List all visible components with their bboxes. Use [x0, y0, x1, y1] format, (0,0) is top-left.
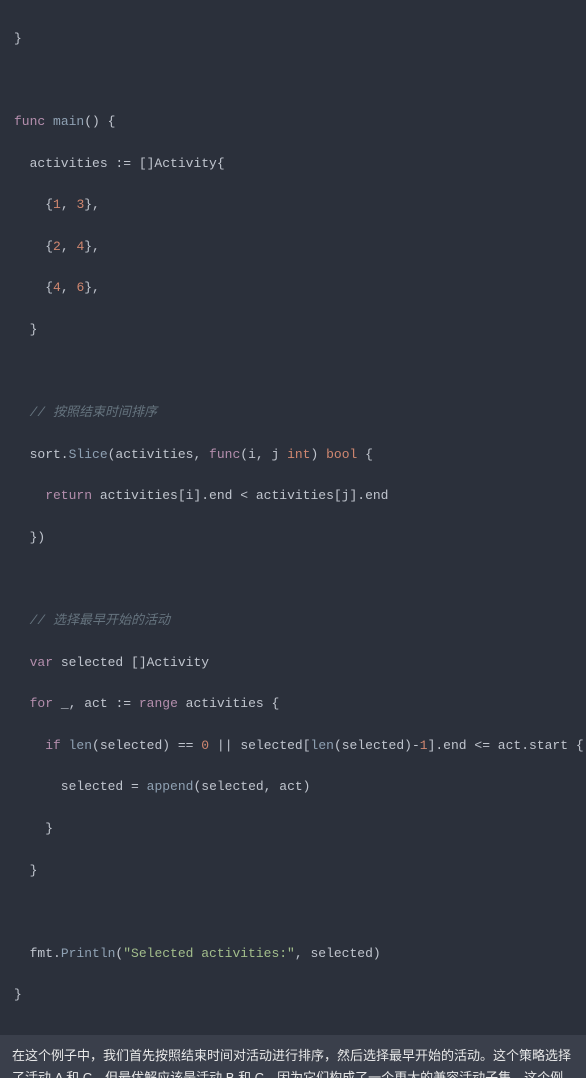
- code-block: } func main() { activities := []Activity…: [0, 0, 586, 1035]
- explanation-body: 在这个例子中，我们首先按照结束时间对活动进行排序，然后选择最早开始的活动。这个策…: [12, 1048, 571, 1078]
- code-line: {1, 3},: [14, 195, 572, 216]
- code-line: }: [14, 819, 572, 840]
- code-line: activities := []Activity{: [14, 154, 572, 175]
- code-line: }: [14, 985, 572, 1006]
- code-line: // 选择最早开始的活动: [14, 611, 572, 632]
- code-line: }): [14, 528, 572, 549]
- code-line: for _, act := range activities {: [14, 694, 572, 715]
- code-line: selected = append(selected, act): [14, 777, 572, 798]
- code-line: {2, 4},: [14, 237, 572, 258]
- code-line: [14, 902, 572, 923]
- explanation-text: 在这个例子中，我们首先按照结束时间对活动进行排序，然后选择最早开始的活动。这个策…: [0, 1035, 586, 1078]
- code-line: fmt.Println("Selected activities:", sele…: [14, 944, 572, 965]
- code-line: func main() {: [14, 112, 572, 133]
- code-line: if len(selected) == 0 || selected[len(se…: [14, 736, 572, 757]
- code-line: // 按照结束时间排序: [14, 403, 572, 424]
- code-line: }: [14, 320, 572, 341]
- code-line: }: [14, 29, 572, 50]
- code-line: [14, 70, 572, 91]
- code-line: var selected []Activity: [14, 653, 572, 674]
- code-line: }: [14, 861, 572, 882]
- code-line: [14, 570, 572, 591]
- code-line: sort.Slice(activities, func(i, j int) bo…: [14, 445, 572, 466]
- code-line: [14, 362, 572, 383]
- code-line: return activities[i].end < activities[j]…: [14, 486, 572, 507]
- code-line: {4, 6},: [14, 278, 572, 299]
